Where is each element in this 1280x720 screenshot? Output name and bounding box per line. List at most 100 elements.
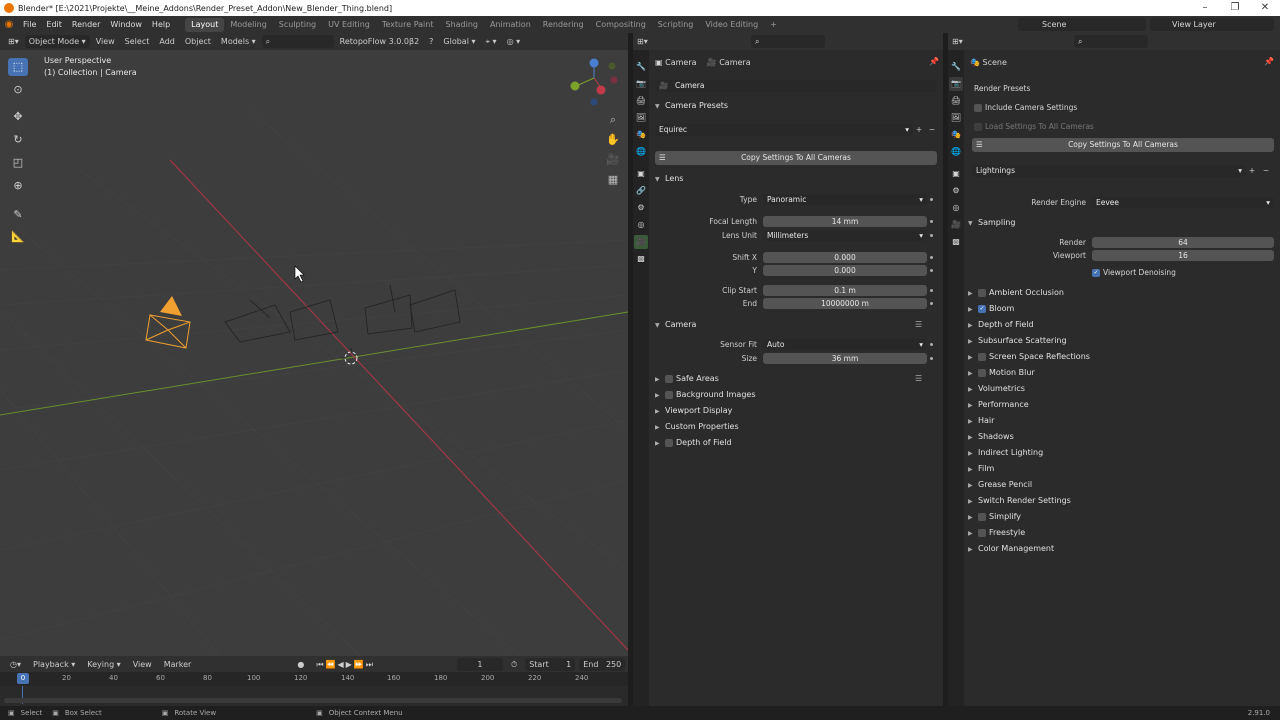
camera-data-tab-icon[interactable]: 🎥 [949, 218, 963, 232]
keyframe-dot-icon[interactable] [930, 302, 933, 305]
physics-tab-icon[interactable]: ◎ [634, 218, 648, 232]
add-preset-icon[interactable]: + [913, 124, 925, 135]
help-icon[interactable]: ? [425, 35, 437, 48]
sensor-size-field[interactable]: 36 mm [763, 353, 927, 364]
ambient-occlusion-checkbox[interactable] [978, 288, 986, 297]
bloom-section[interactable]: ▶ ✓ Bloom [968, 302, 1014, 316]
subsurface-scattering-section[interactable]: ▶ Subsurface Scattering [968, 334, 1067, 348]
custom-properties-section[interactable]: ▶ Custom Properties [655, 420, 739, 434]
shadows-section[interactable]: ▶ Shadows [968, 430, 1014, 444]
freestyle-section[interactable]: ▶ Freestyle [968, 526, 1025, 540]
world-tab-icon[interactable]: 🌐 [949, 145, 963, 159]
selected-camera[interactable] [145, 296, 191, 349]
scene-tab-icon[interactable]: 🎭 [634, 128, 648, 142]
tab-compositing[interactable]: Compositing [590, 18, 652, 32]
view-layer-tab-icon[interactable]: 🖼 [949, 111, 963, 125]
zoom-icon[interactable]: ⌕ [604, 111, 622, 129]
3d-viewport[interactable]: ⬚ ⊙ ✥ ↻ ◰ ⊕ ✎ 📐 User Perspective (1) Col… [0, 50, 628, 656]
texture-tab-icon[interactable]: ▩ [634, 252, 648, 266]
properties-search-icon[interactable]: ⌕ [1074, 35, 1148, 48]
performance-section[interactable]: ▶ Performance [968, 398, 1029, 412]
volumetrics-section[interactable]: ▶ Volumetrics [968, 382, 1025, 396]
close-icon[interactable]: ✕ [1250, 0, 1280, 16]
tab-video-editing[interactable]: Video Editing [699, 18, 764, 32]
render-samples-field[interactable]: 64 [1092, 237, 1274, 248]
render-tab-icon[interactable]: 📷 [634, 77, 648, 91]
tab-sculpting[interactable]: Sculpting [273, 18, 322, 32]
timeline-area[interactable]: 0 20 40 60 80 100 120 140 160 180 200 22… [0, 672, 628, 706]
start-frame-field[interactable]: Start 1 [525, 657, 576, 671]
render-breadcrumb-scene[interactable]: Scene [983, 58, 1007, 67]
menu-window[interactable]: Window [105, 20, 147, 29]
record-icon[interactable]: ● [293, 658, 308, 671]
viewport-display-section[interactable]: ▶ Viewport Display [655, 404, 732, 418]
tab-shading[interactable]: Shading [439, 18, 484, 32]
blender-menu-icon[interactable]: ◉ [0, 19, 18, 30]
object-menu[interactable]: Object [181, 35, 215, 48]
clip-start-field[interactable]: 0.1 m [763, 285, 927, 296]
pin-icon[interactable]: 📌 [929, 57, 939, 66]
viewport-denoising-checkbox[interactable]: ✓ [1092, 269, 1100, 277]
add-render-preset-icon[interactable]: + [1246, 165, 1258, 176]
rotate-tool-icon[interactable]: ↻ [8, 131, 28, 149]
clip-end-field[interactable]: 10000000 m [763, 298, 927, 309]
breadcrumb-object[interactable]: Camera [665, 58, 696, 67]
lens-section[interactable]: ▼ Lens [655, 172, 683, 186]
screen-space-reflections-checkbox[interactable] [978, 352, 986, 361]
menu-edit[interactable]: Edit [41, 20, 67, 29]
modifiers-tab-icon[interactable]: ⚙ [949, 184, 963, 198]
clock-icon[interactable]: ⏱ [507, 658, 521, 671]
load-settings-row[interactable]: Load Settings To All Cameras [974, 121, 1094, 132]
camera-view-icon[interactable]: 🎥 [604, 151, 622, 169]
remove-preset-icon[interactable]: − [926, 124, 938, 135]
perspective-grid-icon[interactable]: ▦ [604, 171, 622, 189]
world-tab-icon[interactable]: 🌐 [634, 145, 648, 159]
indirect-lighting-section[interactable]: ▶ Indirect Lighting [968, 446, 1043, 460]
freestyle-checkbox[interactable] [978, 528, 986, 537]
view-layer-tab-icon[interactable]: 🖼 [634, 111, 648, 125]
camera-preset-dropdown[interactable]: Equirec ▾ [655, 124, 913, 136]
timeline-scrollbar[interactable] [4, 698, 622, 703]
add-menu[interactable]: Add [155, 35, 179, 48]
tool-tab-icon[interactable]: 🔧 [949, 60, 963, 74]
copy-settings-to-all-cameras-button[interactable]: ☰ Copy Settings To All Cameras [655, 151, 937, 165]
menu-file[interactable]: File [18, 20, 41, 29]
screen-space-reflections-section[interactable]: ▶ Screen Space Reflections [968, 350, 1090, 364]
render-preset-dropdown[interactable]: Lightnings ▾ [972, 165, 1246, 177]
presets-list-icon[interactable]: ☰ [915, 320, 922, 329]
keyframe-dot-icon[interactable] [930, 220, 933, 223]
physics-tab-icon[interactable]: ◎ [949, 201, 963, 215]
camera-data-tab-icon[interactable]: 🎥 [634, 235, 648, 249]
timeline-view-menu[interactable]: View [129, 658, 156, 671]
timeline-editor-icon[interactable]: ◷▾ [6, 658, 25, 671]
output-tab-icon[interactable]: 🖨 [949, 94, 963, 108]
background-images-section[interactable]: ▶ Background Images [655, 388, 756, 402]
camera-section[interactable]: ▼ Camera [655, 318, 696, 332]
playback-controls-icon[interactable]: ⏮⏪◀▶⏩⏭ [312, 658, 379, 671]
add-workspace-icon[interactable]: + [764, 18, 783, 32]
measure-tool-icon[interactable]: 📐 [8, 228, 28, 246]
view-menu[interactable]: View [92, 35, 119, 48]
properties-editor-icon[interactable]: ⊞▾ [948, 35, 967, 48]
editor-type-icon[interactable]: ⊞▾ [4, 35, 23, 48]
transform-tool-icon[interactable]: ⊕ [8, 177, 28, 195]
depth-of-field-checkbox[interactable] [665, 438, 673, 447]
camera-datablock-field[interactable]: 🎥 Camera [655, 80, 937, 92]
snap-icon[interactable]: ⌖ ▾ [482, 35, 501, 48]
render-copy-settings-button[interactable]: ☰ Copy Settings To All Cameras [972, 138, 1274, 152]
proportional-edit-icon[interactable]: ◎ ▾ [503, 35, 525, 48]
models-dropdown[interactable]: Models ▾ [217, 35, 260, 48]
keying-menu[interactable]: Keying ▾ [83, 658, 124, 671]
include-camera-settings-row[interactable]: Include Camera Settings [974, 102, 1077, 113]
simplify-section[interactable]: ▶ Simplify [968, 510, 1021, 524]
breadcrumb-data[interactable]: Camera [719, 58, 750, 67]
color-management-section[interactable]: ▶ Color Management [968, 542, 1054, 556]
render-tab-icon[interactable]: 📷 [949, 77, 963, 91]
simplify-checkbox[interactable] [978, 512, 986, 521]
object-tab-icon[interactable]: ▣ [949, 167, 963, 181]
tab-texture-paint[interactable]: Texture Paint [376, 18, 440, 32]
focal-length-field[interactable]: 14 mm [763, 216, 927, 227]
hair-section[interactable]: ▶ Hair [968, 414, 994, 428]
film-section[interactable]: ▶ Film [968, 462, 994, 476]
keyframe-dot-icon[interactable] [930, 198, 933, 201]
